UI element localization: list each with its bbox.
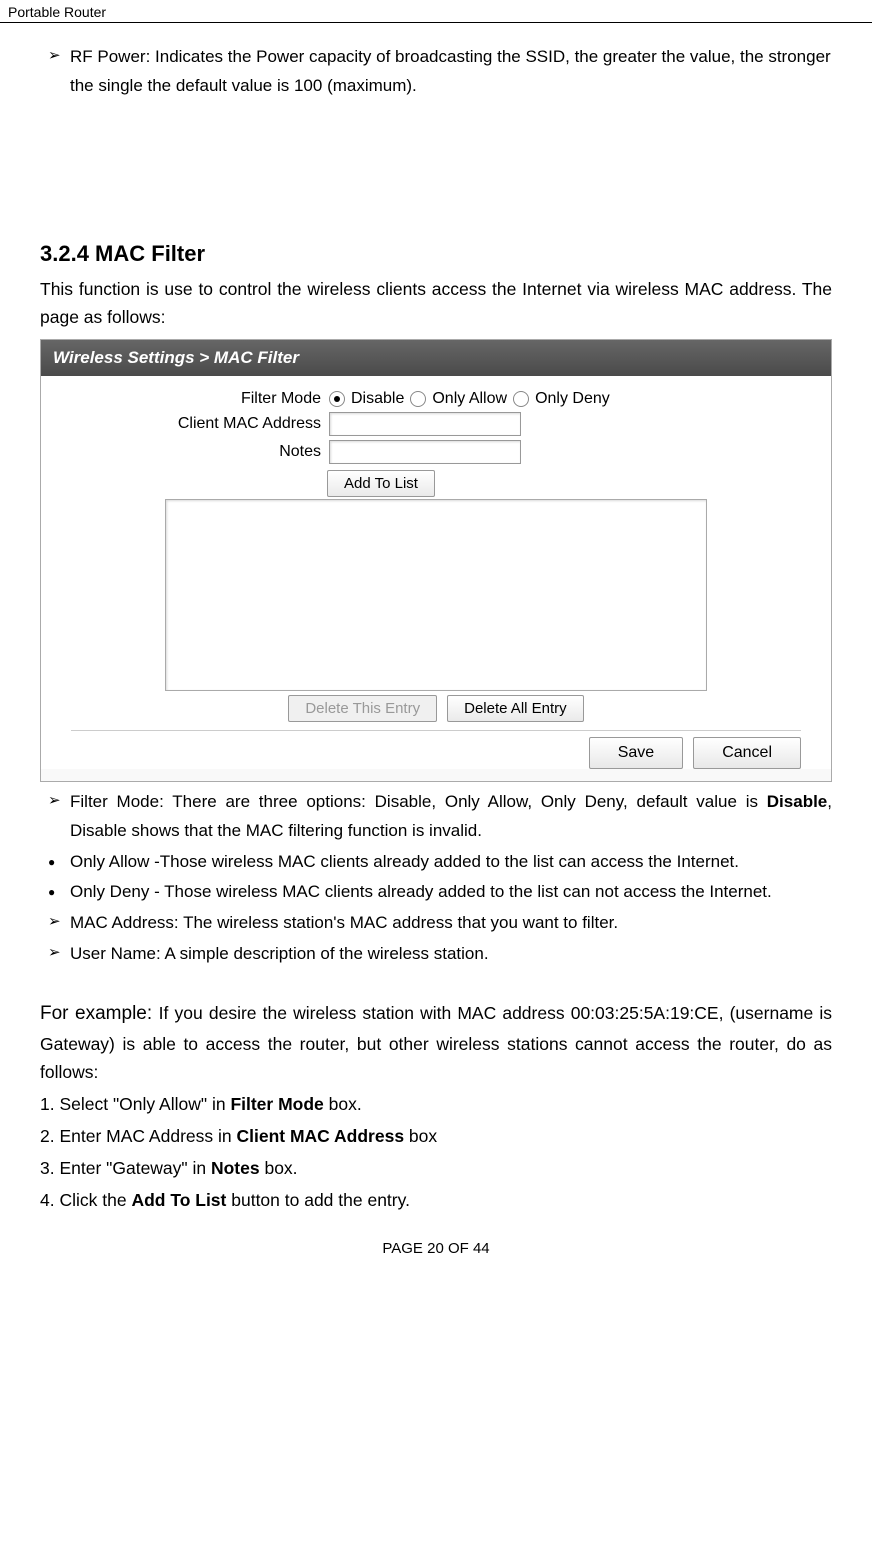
step4-a: 4. Click the xyxy=(40,1190,131,1210)
step3-c: box. xyxy=(260,1158,298,1178)
example-step2: 2. Enter MAC Address in Client MAC Addre… xyxy=(40,1122,832,1150)
detail-filtermode-a: Filter Mode: There are three options: Di… xyxy=(70,792,767,811)
step1-a: 1. Select "Only Allow" in xyxy=(40,1094,230,1114)
cancel-button[interactable]: Cancel xyxy=(693,737,801,769)
step4-b: Add To List xyxy=(131,1190,226,1210)
detail-only-allow-text: Only Allow -Those wireless MAC clients a… xyxy=(70,852,739,871)
label-client-mac: Client MAC Address xyxy=(41,415,329,433)
screenshot-titlebar: Wireless Settings > MAC Filter xyxy=(41,340,831,376)
detail-username-text: User Name: A simple description of the w… xyxy=(70,944,489,963)
example-lead-body: If you desire the wireless station with … xyxy=(40,1003,832,1081)
delete-this-entry-button[interactable]: Delete This Entry xyxy=(288,695,437,722)
separator xyxy=(71,730,801,731)
step2-b: Client MAC Address xyxy=(236,1126,404,1146)
value-filter-mode: Disable Only Allow Only Deny xyxy=(329,390,831,408)
step2-c: box xyxy=(404,1126,437,1146)
delete-all-entry-button[interactable]: Delete All Entry xyxy=(447,695,584,722)
input-notes[interactable] xyxy=(329,440,521,464)
radio-disable[interactable] xyxy=(329,391,345,407)
entry-listbox[interactable] xyxy=(165,499,707,691)
form-area: Filter Mode Disable Only Allow Only Deny… xyxy=(41,376,831,769)
page-content: RF Power: Indicates the Power capacity o… xyxy=(0,23,872,1228)
detail-username: User Name: A simple description of the w… xyxy=(40,940,832,969)
step2-a: 2. Enter MAC Address in xyxy=(40,1126,236,1146)
radio-only-allow-label: Only Allow xyxy=(432,390,507,408)
step1-c: box. xyxy=(324,1094,362,1114)
input-client-mac[interactable] xyxy=(329,412,521,436)
detail-macaddr-text: MAC Address: The wireless station's MAC … xyxy=(70,913,618,932)
intro-rfpower-item: RF Power: Indicates the Power capacity o… xyxy=(40,43,832,101)
add-row: Add To List xyxy=(41,470,831,497)
label-filter-mode: Filter Mode xyxy=(41,390,329,408)
list-buttons-row: Delete This Entry Delete All Entry xyxy=(41,695,831,722)
section-lead: This function is use to control the wire… xyxy=(40,275,832,331)
mac-filter-screenshot: Wireless Settings > MAC Filter Filter Mo… xyxy=(40,339,832,782)
detail-only-allow: Only Allow -Those wireless MAC clients a… xyxy=(40,848,832,877)
details-list: Filter Mode: There are three options: Di… xyxy=(40,788,832,969)
intro-list: RF Power: Indicates the Power capacity o… xyxy=(40,43,832,101)
step3-b: Notes xyxy=(211,1158,260,1178)
radio-only-deny-label: Only Deny xyxy=(535,390,610,408)
radio-only-deny[interactable] xyxy=(513,391,529,407)
add-to-list-button[interactable]: Add To List xyxy=(327,470,435,497)
example-step4: 4. Click the Add To List button to add t… xyxy=(40,1186,832,1214)
page-footer: PAGE 20 OF 44 xyxy=(0,1228,872,1263)
step3-a: 3. Enter "Gateway" in xyxy=(40,1158,211,1178)
intro-rfpower-text: RF Power: Indicates the Power capacity o… xyxy=(70,47,831,95)
detail-only-deny-text: Only Deny - Those wireless MAC clients a… xyxy=(70,882,772,901)
example-paragraph: For example: If you desire the wireless … xyxy=(40,999,832,1085)
step1-b: Filter Mode xyxy=(230,1094,323,1114)
save-cancel-row: Save Cancel xyxy=(41,737,831,769)
row-notes: Notes xyxy=(41,440,831,464)
row-filter-mode: Filter Mode Disable Only Allow Only Deny xyxy=(41,390,831,408)
example-step3: 3. Enter "Gateway" in Notes box. xyxy=(40,1154,832,1182)
page-header: Portable Router xyxy=(0,0,872,23)
header-title: Portable Router xyxy=(8,4,106,20)
example-lead: For example: xyxy=(40,1003,159,1024)
section-heading: 3.2.4 MAC Filter xyxy=(40,241,832,267)
detail-filtermode-b: Disable xyxy=(767,792,827,811)
radio-disable-label: Disable xyxy=(351,390,404,408)
example-step1: 1. Select "Only Allow" in Filter Mode bo… xyxy=(40,1090,832,1118)
detail-filtermode: Filter Mode: There are three options: Di… xyxy=(40,788,832,846)
detail-only-deny: Only Deny - Those wireless MAC clients a… xyxy=(40,878,832,907)
step4-c: button to add the entry. xyxy=(226,1190,410,1210)
save-button[interactable]: Save xyxy=(589,737,683,769)
detail-macaddr: MAC Address: The wireless station's MAC … xyxy=(40,909,832,938)
row-client-mac: Client MAC Address xyxy=(41,412,831,436)
radio-only-allow[interactable] xyxy=(410,391,426,407)
footer-text: PAGE 20 OF 44 xyxy=(382,1240,489,1257)
label-notes: Notes xyxy=(41,443,329,461)
